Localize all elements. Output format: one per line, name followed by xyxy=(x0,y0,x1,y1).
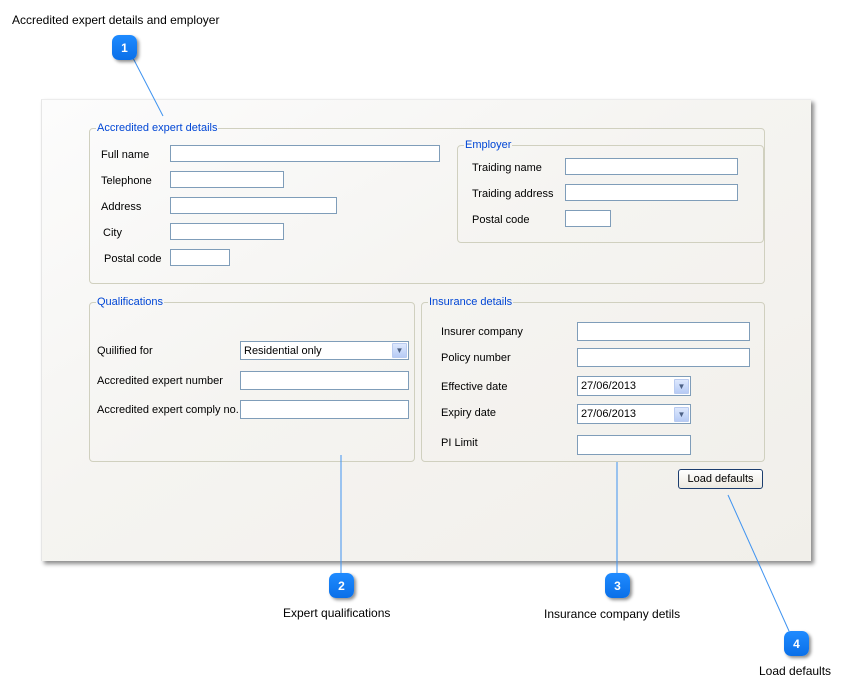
callout-4-badge: 4 xyxy=(784,631,809,656)
full-name-input[interactable] xyxy=(170,145,440,162)
form-panel: Accredited expert details Full name Tele… xyxy=(41,99,811,561)
callout-3-badge: 3 xyxy=(605,573,630,598)
policy-number-label: Policy number xyxy=(441,352,511,364)
chevron-down-icon[interactable]: ▼ xyxy=(674,379,689,394)
trading-address-label: Traiding address xyxy=(472,188,554,200)
expiry-date-label: Expiry date xyxy=(441,407,497,419)
employer-postal-code-input[interactable] xyxy=(565,210,611,227)
comply-no-input[interactable] xyxy=(240,400,409,419)
trading-name-input[interactable] xyxy=(565,158,738,175)
effective-date-label: Effective date xyxy=(441,381,508,393)
city-label: City xyxy=(103,227,122,239)
expiry-date-picker[interactable]: 27/06/2013 ▼ xyxy=(577,404,691,424)
city-input[interactable] xyxy=(170,223,284,240)
pi-limit-label: PI Limit xyxy=(441,437,478,449)
qualified-for-select[interactable]: Residential only ▼ xyxy=(240,341,409,360)
telephone-label: Telephone xyxy=(101,175,152,187)
callout-3-caption: Insurance company detils xyxy=(544,607,681,621)
trading-address-input[interactable] xyxy=(565,184,738,201)
expert-details-legend: Accredited expert details xyxy=(97,122,218,134)
comply-no-label: Accredited expert comply no. xyxy=(97,404,239,416)
pi-limit-input[interactable] xyxy=(577,435,691,455)
load-defaults-button[interactable]: Load defaults xyxy=(678,469,763,489)
policy-number-input[interactable] xyxy=(577,348,750,367)
callout-1-caption: Accredited expert details and employer xyxy=(12,13,220,27)
callout-4-caption: Load defaults xyxy=(759,664,832,678)
chevron-down-icon[interactable]: ▼ xyxy=(674,407,689,422)
insurance-legend: Insurance details xyxy=(429,296,513,308)
employer-legend: Employer xyxy=(465,139,512,151)
full-name-label: Full name xyxy=(101,149,150,161)
address-label: Address xyxy=(101,201,142,213)
qualified-for-value: Residential only xyxy=(244,345,322,357)
expert-postal-code-input[interactable] xyxy=(170,249,230,266)
callout-2-badge: 2 xyxy=(329,573,354,598)
expert-postal-code-label: Postal code xyxy=(104,253,162,265)
insurer-company-label: Insurer company xyxy=(441,326,523,338)
chevron-down-icon[interactable]: ▼ xyxy=(392,343,407,358)
expiry-date-value: 27/06/2013 xyxy=(581,408,637,420)
expert-number-input[interactable] xyxy=(240,371,409,390)
insurer-company-input[interactable] xyxy=(577,322,750,341)
callout-1-badge: 1 xyxy=(112,35,137,60)
callout-2-caption: Expert qualifications xyxy=(283,606,391,620)
address-input[interactable] xyxy=(170,197,337,214)
effective-date-value: 27/06/2013 xyxy=(581,380,637,392)
employer-postal-code-label: Postal code xyxy=(472,214,530,226)
telephone-input[interactable] xyxy=(170,171,284,188)
qualified-for-label: Quilified for xyxy=(97,345,153,357)
qualifications-legend: Qualifications xyxy=(97,296,164,308)
trading-name-label: Traiding name xyxy=(472,162,542,174)
effective-date-picker[interactable]: 27/06/2013 ▼ xyxy=(577,376,691,396)
expert-number-label: Accredited expert number xyxy=(97,375,223,387)
